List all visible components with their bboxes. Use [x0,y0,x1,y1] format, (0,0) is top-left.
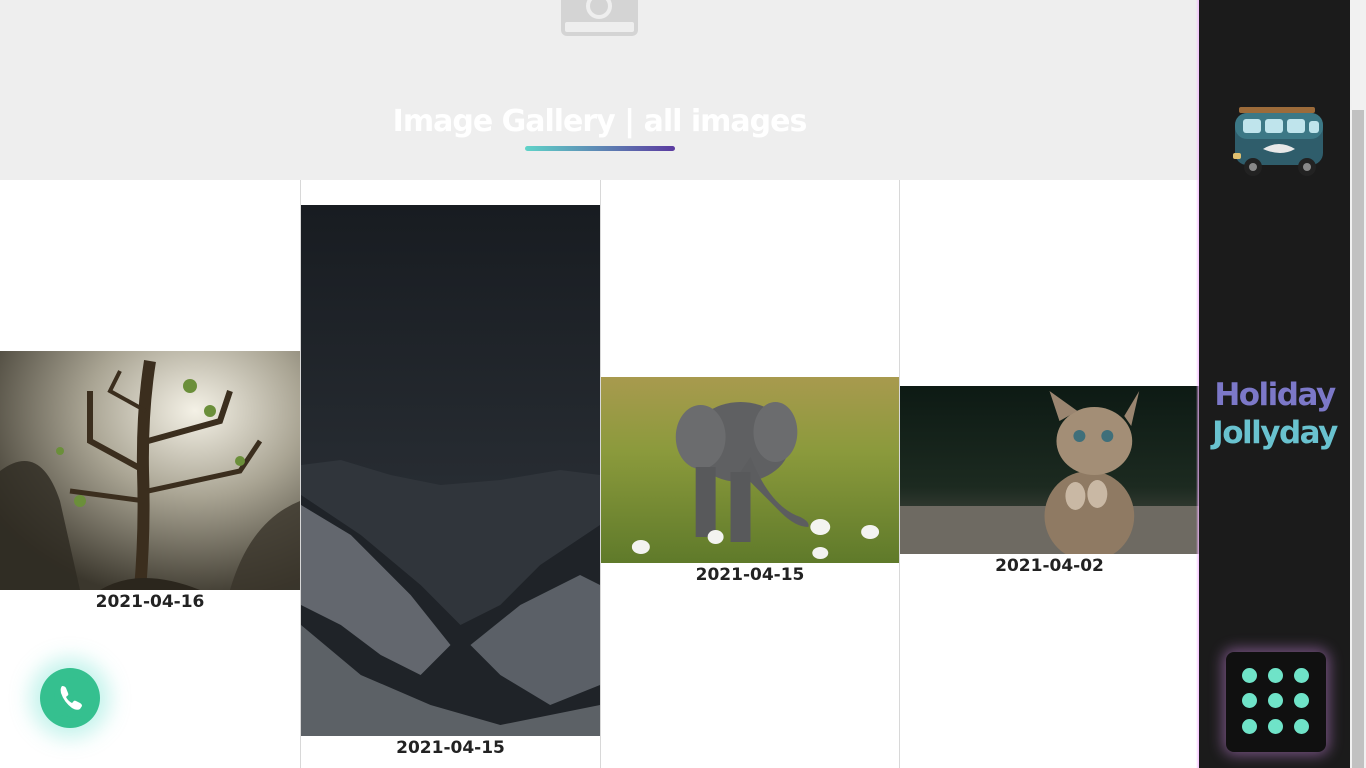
apps-grid-icon [1294,719,1309,734]
camera-icon [561,0,638,36]
page-title: Image Gallery | all images [392,104,808,139]
gallery-image-mountains[interactable] [301,205,600,736]
page: Image Gallery | all images 2021-04-16 20… [0,0,1366,768]
gallery-item[interactable]: 2021-04-02 [899,180,1199,768]
gallery-header: Image Gallery | all images [0,0,1199,180]
image-date: 2021-04-02 [995,556,1104,576]
scrollbar-thumb[interactable] [1352,110,1364,768]
gallery-image-elephant[interactable] [601,377,899,563]
brand-logo-text[interactable]: Holiday Jollyday [1199,376,1350,452]
brand-line1: Holiday [1214,377,1336,413]
brand-line2: Jollyday [1212,415,1338,451]
apps-grid-icon [1242,693,1257,708]
image-gallery: 2021-04-16 2021-04-15 2021-04-15 2021-04… [0,180,1199,768]
apps-grid-icon [1268,668,1283,683]
apps-menu-button[interactable] [1226,652,1326,752]
apps-grid-icon [1242,719,1257,734]
phone-icon [54,677,95,718]
gallery-image-tree[interactable] [0,351,300,590]
apps-grid-icon [1268,693,1283,708]
image-date: 2021-04-16 [95,592,205,612]
gallery-item[interactable]: 2021-04-15 [300,180,600,768]
vintage-van-logo[interactable] [1221,103,1337,183]
image-date: 2021-04-15 [695,565,805,585]
image-date: 2021-04-15 [396,738,505,758]
gallery-item[interactable]: 2021-04-15 [600,180,899,768]
whatsapp-button[interactable] [40,668,100,728]
apps-grid-icon [1268,719,1283,734]
apps-grid-icon [1294,693,1309,708]
apps-grid-icon [1242,668,1257,683]
gallery-image-kitten[interactable] [900,386,1199,554]
title-underline [525,146,675,151]
apps-grid-icon [1294,668,1309,683]
